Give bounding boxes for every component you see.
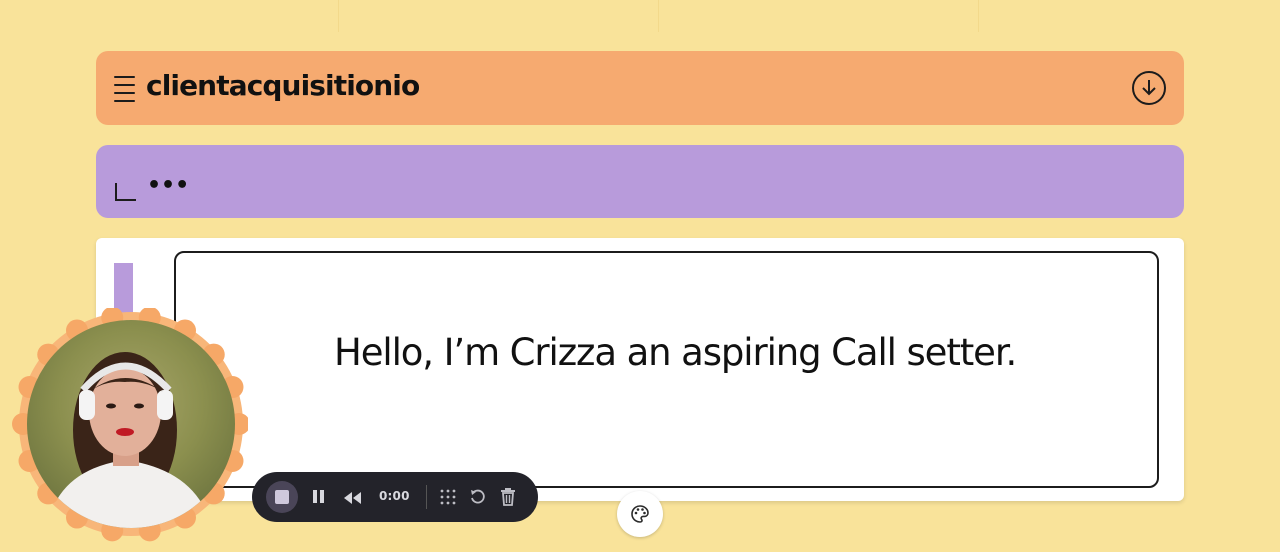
grid-dots-icon[interactable] bbox=[439, 488, 457, 510]
palette-button[interactable] bbox=[617, 491, 663, 537]
frame-gap bbox=[166, 246, 174, 258]
brand-title: clientacquisitionio bbox=[146, 69, 420, 102]
top-divider bbox=[338, 0, 339, 32]
hamburger-menu-icon[interactable] bbox=[114, 76, 135, 102]
corner-bracket-icon bbox=[115, 183, 136, 201]
timer-readout: 0:00 bbox=[379, 489, 410, 503]
top-divider bbox=[658, 0, 659, 32]
header-bar: clientacquisitionio bbox=[96, 51, 1184, 125]
download-circle-icon[interactable] bbox=[1132, 71, 1166, 105]
more-options-icon[interactable]: ••• bbox=[147, 173, 189, 198]
slide-card: Hello, I’m Crizza an aspiring Call sette… bbox=[96, 238, 1184, 501]
person-avatar bbox=[47, 352, 212, 528]
toolbar-divider bbox=[426, 485, 427, 509]
purple-subbar: ••• bbox=[96, 145, 1184, 218]
slide-heading-text: Hello, I’m Crizza an aspiring Call sette… bbox=[334, 331, 1017, 374]
top-divider bbox=[978, 0, 979, 32]
webcam-video bbox=[27, 320, 235, 528]
webcam-bubble[interactable] bbox=[10, 308, 248, 546]
stop-icon[interactable] bbox=[266, 481, 298, 513]
trash-icon[interactable] bbox=[499, 487, 517, 511]
rewind-icon[interactable] bbox=[343, 490, 363, 509]
pause-icon[interactable] bbox=[312, 489, 326, 509]
palette-icon bbox=[631, 505, 649, 523]
recorder-toolbar: 0:00 bbox=[252, 472, 538, 522]
restart-icon[interactable] bbox=[469, 488, 487, 510]
